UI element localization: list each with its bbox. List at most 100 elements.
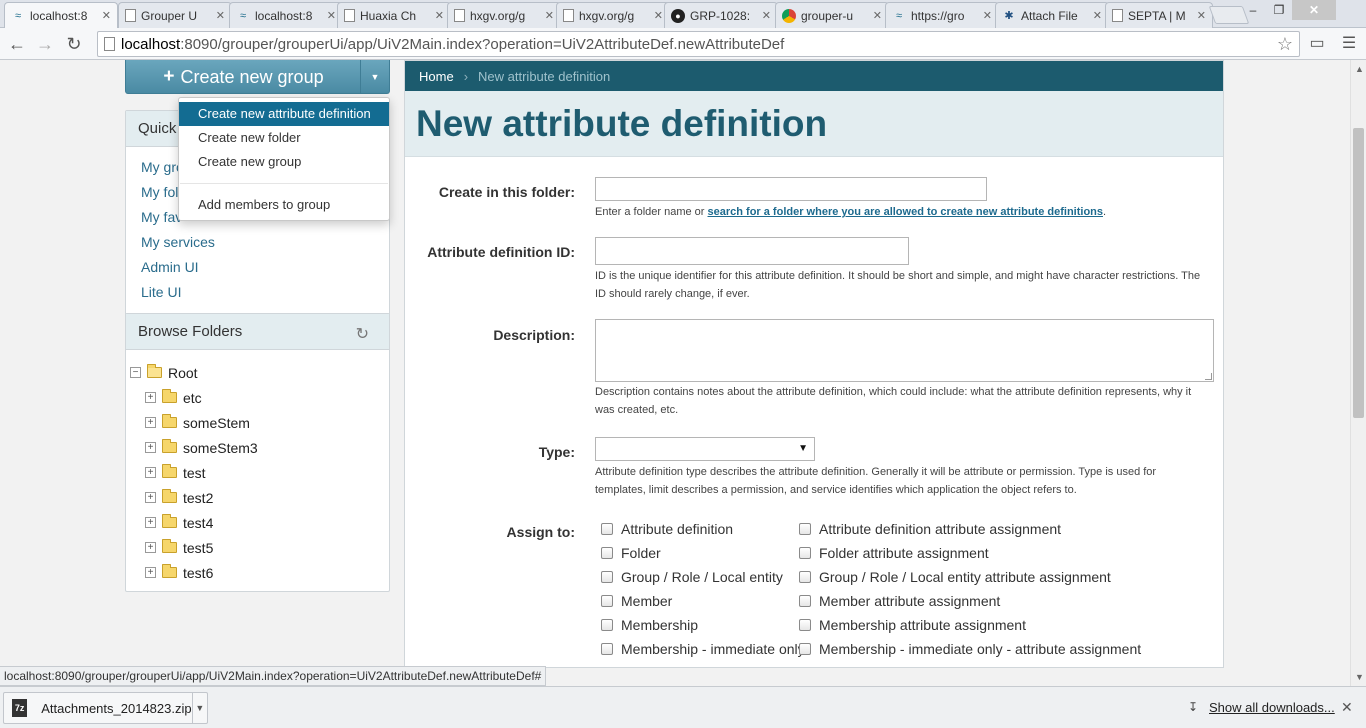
restore-icon[interactable]: ❐ [1266,0,1292,20]
expand-icon[interactable]: + [145,517,156,528]
expand-icon[interactable]: + [145,492,156,503]
quick-link-my-services[interactable]: My services [141,230,389,255]
download-options-caret-icon[interactable]: ▼ [191,693,207,723]
description-textarea[interactable] [595,319,1214,382]
address-bar[interactable]: localhost:8090/grouper/grouperUi/app/UiV… [97,31,1300,57]
checkbox-box[interactable] [601,523,613,535]
tree-node[interactable]: + someStem [130,410,389,435]
bookmark-star-icon[interactable]: ☆ [1277,34,1293,55]
browser-tab[interactable]: hxgv.org/g ✕ [447,2,561,28]
menu-item-create-group[interactable]: Create new group [179,150,389,174]
assign-checkbox[interactable]: Group / Role / Local entity attribute as… [799,565,1111,589]
assign-checkbox[interactable]: Member [601,589,672,613]
download-item[interactable]: 7z Attachments_2014823.zip ▼ [3,692,208,724]
expand-icon[interactable]: + [145,392,156,403]
checkbox-box[interactable] [799,571,811,583]
tab-close-icon[interactable]: ✕ [983,9,992,22]
checkbox-box[interactable] [601,595,613,607]
refresh-icon[interactable]: ↻ [356,324,369,344]
forward-icon[interactable]: → [34,33,56,55]
browser-tab[interactable]: Grouper U ✕ [118,2,232,28]
tree-node[interactable]: + test [130,460,389,485]
expand-icon[interactable]: + [145,567,156,578]
browser-tab[interactable]: ≈ localhost:8 ✕ [229,2,343,28]
checkbox-box[interactable] [601,547,613,559]
assign-checkbox[interactable]: Group / Role / Local entity [601,565,783,589]
tree-node[interactable]: + test6 [130,560,389,585]
checkbox-box[interactable] [601,571,613,583]
back-icon[interactable]: ← [6,33,28,55]
window-close-icon[interactable]: ✕ [1292,0,1336,20]
quick-link-lite-ui[interactable]: Lite UI [141,280,389,305]
close-shelf-icon[interactable]: ✕ [1341,699,1353,716]
quick-link-admin-ui[interactable]: Admin UI [141,255,389,280]
menu-item-add-members[interactable]: Add members to group [179,193,389,217]
tab-close-icon[interactable]: ✕ [545,9,554,22]
assign-checkbox[interactable]: Folder attribute assignment [799,541,989,565]
tab-close-icon[interactable]: ✕ [216,9,225,22]
tab-close-icon[interactable]: ✕ [102,9,111,22]
menu-item-create-folder[interactable]: Create new folder [179,126,389,150]
tree-node[interactable]: + etc [130,385,389,410]
menu-item-create-attribute-definition[interactable]: Create new attribute definition [179,102,389,126]
browser-tab[interactable]: ≈ localhost:8 ✕ [4,2,118,28]
expand-icon[interactable]: + [145,442,156,453]
tree-node[interactable]: + someStem3 [130,435,389,460]
show-all-downloads-link[interactable]: Show all downloads... [1209,700,1335,715]
scroll-up-arrow-icon[interactable]: ▲ [1355,64,1364,74]
tree-node[interactable]: + test5 [130,535,389,560]
browser-tab[interactable]: ✱ Attach File ✕ [995,2,1109,28]
tab-close-icon[interactable]: ✕ [873,9,882,22]
assign-checkbox[interactable]: Membership - immediate only - attribute … [799,637,1141,661]
tab-close-icon[interactable]: ✕ [762,9,771,22]
browser-tab[interactable]: ● GRP-1028: ✕ [664,2,778,28]
checkbox-box[interactable] [799,523,811,535]
assign-checkbox[interactable]: Member attribute assignment [799,589,1000,613]
collapse-icon[interactable]: − [130,367,141,378]
tree-node[interactable]: + test2 [130,485,389,510]
assign-checkbox[interactable]: Attribute definition [601,517,733,541]
checkbox-box[interactable] [799,619,811,631]
create-dropdown-toggle[interactable]: ▼ [360,60,389,94]
attribute-id-input[interactable] [595,237,909,265]
expand-icon[interactable]: + [145,417,156,428]
tab-close-icon[interactable]: ✕ [1093,9,1102,22]
expand-icon[interactable]: + [145,542,156,553]
checkbox-box[interactable] [601,619,613,631]
assign-checkbox[interactable]: Membership - immediate only [601,637,805,661]
browser-tab[interactable]: grouper-u ✕ [775,2,889,28]
folder-input[interactable] [595,177,987,201]
scroll-down-arrow-icon[interactable]: ▼ [1355,672,1364,682]
scroll-thumb[interactable] [1353,128,1364,418]
assign-checkbox[interactable]: Attribute definition attribute assignmen… [799,517,1061,541]
type-select[interactable]: ▼ [595,437,815,461]
search-folder-link[interactable]: search for a folder where you are allowe… [708,206,1103,218]
checkbox-box[interactable] [601,643,613,655]
tree-node-root[interactable]: − Root [130,360,389,385]
browser-tab[interactable]: ≈ https://gro ✕ [885,2,999,28]
tab-close-icon[interactable]: ✕ [327,9,336,22]
checkbox-box[interactable] [799,547,811,559]
tab-close-icon[interactable]: ✕ [1197,9,1206,22]
tree-node[interactable]: + test4 [130,510,389,535]
assign-checkbox[interactable]: Membership attribute assignment [799,613,1026,637]
checkbox-box[interactable] [799,595,811,607]
assign-checkbox[interactable]: Membership [601,613,698,637]
page-scrollbar[interactable]: ▲ ▼ [1350,60,1366,686]
tab-close-icon[interactable]: ✕ [435,9,444,22]
browser-tab[interactable]: hxgv.org/g ✕ [556,2,670,28]
minimize-icon[interactable]: – [1240,0,1266,20]
reload-icon[interactable]: ↻ [63,33,85,55]
breadcrumb-home[interactable]: Home [419,69,454,84]
checkbox-label: Attribute definition attribute assignmen… [819,521,1062,537]
tab-close-icon[interactable]: ✕ [654,9,663,22]
folder-icon [162,389,177,403]
browser-tab[interactable]: SEPTA | M ✕ [1105,2,1213,28]
browser-tab[interactable]: Huaxia Ch ✕ [337,2,451,28]
cast-icon[interactable]: ▭ [1306,34,1328,54]
checkbox-box[interactable] [799,643,811,655]
create-new-group-main[interactable]: + Create new group [126,60,361,94]
expand-icon[interactable]: + [145,467,156,478]
menu-icon[interactable]: ☰ [1338,34,1360,54]
assign-checkbox[interactable]: Folder [601,541,661,565]
